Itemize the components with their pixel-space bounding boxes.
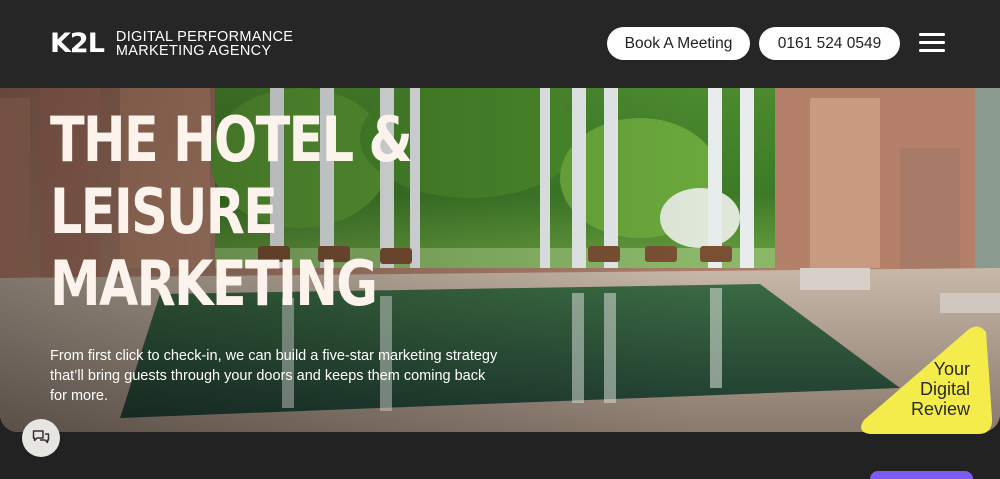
logo-mark: K2L: [50, 28, 105, 59]
logo[interactable]: K2L DIGITAL PERFORMANCE MARKETING AGENCY: [50, 28, 294, 59]
bottom-purple-button[interactable]: [870, 471, 973, 479]
review-line1: Your: [933, 359, 970, 379]
logo-tagline: DIGITAL PERFORMANCE MARKETING AGENCY: [115, 29, 294, 59]
logo-tagline-line2: MARKETING AGENCY: [115, 43, 272, 59]
review-line2: Digital: [919, 379, 970, 399]
hero-title-line2: LEISURE: [50, 175, 278, 248]
book-meeting-button[interactable]: Book A Meeting: [607, 27, 750, 60]
phone-button[interactable]: 0161 524 0549: [759, 27, 900, 60]
site-header: K2L DIGITAL PERFORMANCE MARKETING AGENCY…: [0, 0, 1000, 88]
logo-tagline-line1: DIGITAL PERFORMANCE: [115, 29, 294, 45]
hero-subtitle: From first click to check-in, we can bui…: [50, 348, 498, 404]
review-badge-text: Your Digital Review: [911, 359, 970, 419]
hamburger-menu-icon[interactable]: [919, 33, 945, 53]
hero-title: THE HOTEL & LEISURE MARKETING: [50, 103, 413, 320]
chat-button[interactable]: [22, 419, 60, 457]
hero-title-line1: THE HOTEL &: [50, 103, 413, 176]
review-line3: Review: [910, 399, 970, 419]
digital-review-badge[interactable]: Your Digital Review: [858, 322, 994, 436]
chat-bubbles-icon: [32, 430, 50, 444]
hero-title-line3: MARKETING: [50, 247, 378, 320]
